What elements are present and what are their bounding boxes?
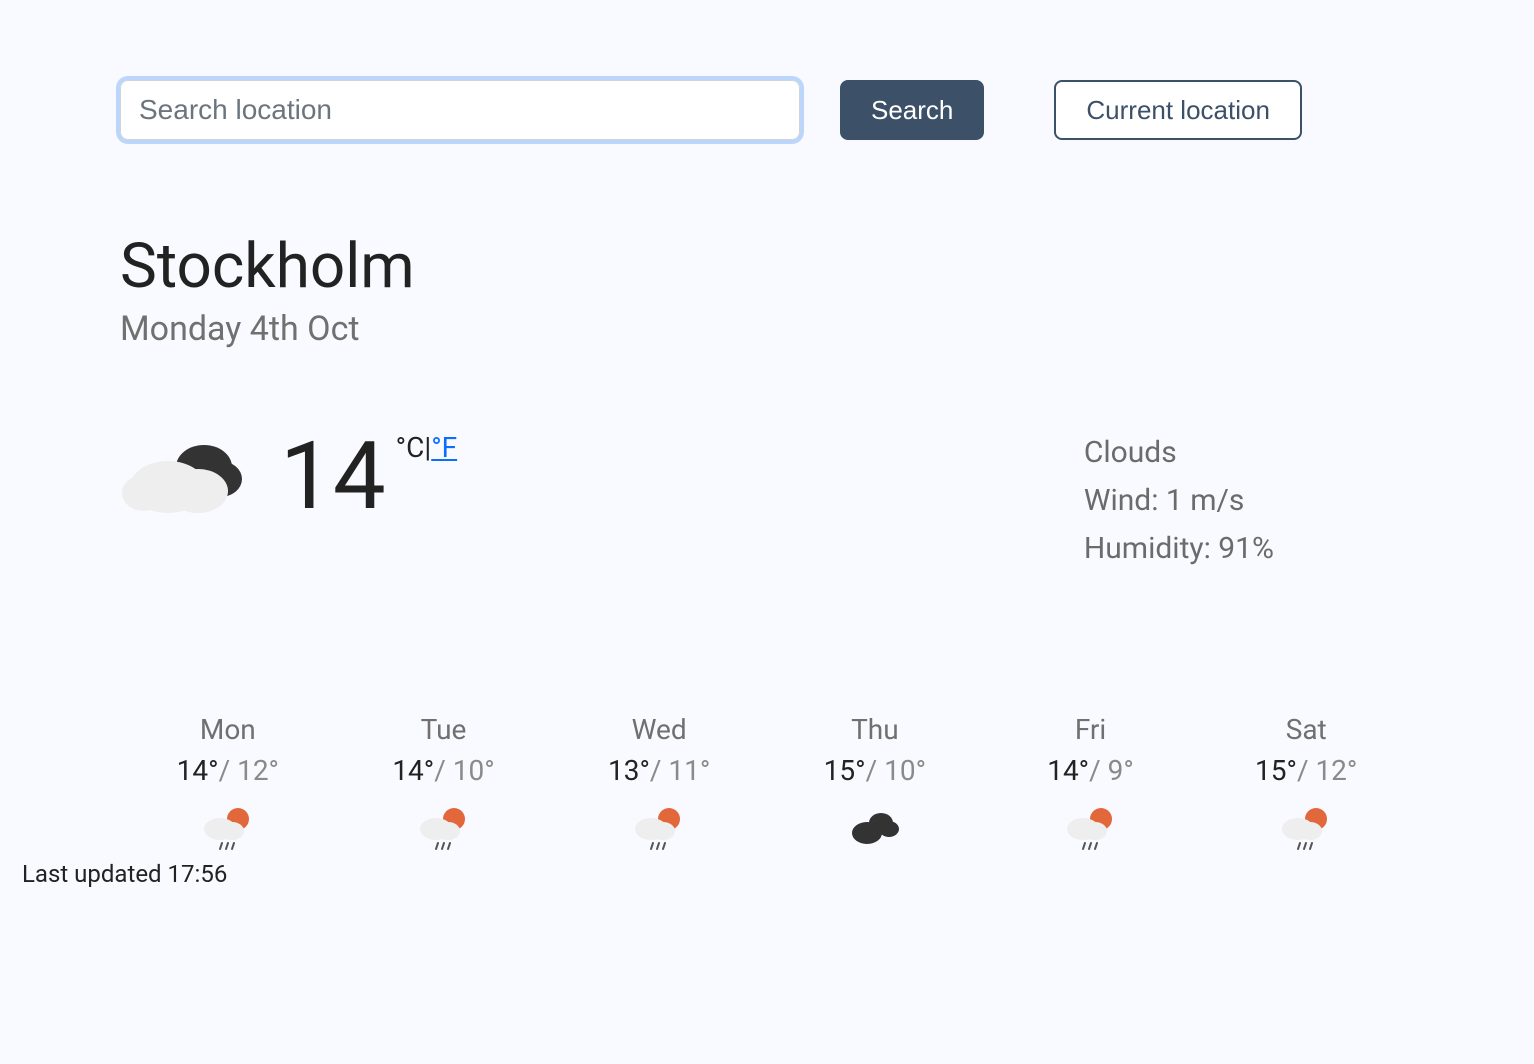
- humidity-text: Humidity: 91%: [1084, 525, 1274, 573]
- city-name: Stockholm: [120, 230, 1414, 303]
- current-date: Monday 4th Oct: [120, 309, 1414, 349]
- search-button[interactable]: Search: [840, 80, 984, 140]
- forecast-day-name: Mon: [120, 713, 336, 746]
- unit-celsius[interactable]: °C: [396, 431, 425, 464]
- search-bar: Search Current location: [120, 80, 1414, 140]
- forecast-day-name: Sat: [1198, 713, 1414, 746]
- current-weather: 14 °C|°F: [120, 429, 457, 523]
- wind-text: Wind: 1 m/s: [1084, 477, 1274, 525]
- forecast-day: Tue 14°/ 10°: [336, 713, 552, 857]
- cloudy-icon: [120, 429, 250, 519]
- forecast-temps: 15°/ 12°: [1198, 754, 1414, 787]
- forecast-high: 15°: [1255, 754, 1297, 787]
- forecast-low: / 12°: [1297, 754, 1357, 787]
- forecast-day-name: Tue: [336, 713, 552, 746]
- forecast-low: / 10°: [434, 754, 494, 787]
- forecast-high: 14°: [392, 754, 434, 787]
- forecast-day-name: Fri: [983, 713, 1199, 746]
- current-location-button[interactable]: Current location: [1054, 80, 1302, 140]
- current-details: Clouds Wind: 1 m/s Humidity: 91%: [1084, 429, 1274, 573]
- cloudy-icon: [847, 805, 903, 853]
- forecast-high: 13°: [608, 754, 650, 787]
- search-input[interactable]: [120, 80, 800, 140]
- forecast-high: 14°: [1047, 754, 1089, 787]
- rain-sun-icon: [1063, 805, 1119, 853]
- current-temperature: 14: [280, 429, 386, 523]
- forecast-day-name: Thu: [767, 713, 983, 746]
- rain-sun-icon: [1278, 805, 1334, 853]
- temperature-units: °C|°F: [396, 431, 457, 464]
- rain-sun-icon: [631, 805, 687, 853]
- forecast-temps: 15°/ 10°: [767, 754, 983, 787]
- unit-fahrenheit[interactable]: °F: [431, 431, 457, 464]
- condition-text: Clouds: [1084, 429, 1274, 477]
- forecast-day-name: Wed: [551, 713, 767, 746]
- forecast-temps: 14°/ 12°: [120, 754, 336, 787]
- forecast-high: 14°: [177, 754, 219, 787]
- forecast-day: Mon 14°/ 12°: [120, 713, 336, 857]
- forecast-day: Sat 15°/ 12°: [1198, 713, 1414, 857]
- forecast-day: Wed 13°/ 11°: [551, 713, 767, 857]
- forecast-day: Fri 14°/ 9°: [983, 713, 1199, 857]
- forecast-temps: 14°/ 10°: [336, 754, 552, 787]
- forecast-low: / 9°: [1089, 754, 1134, 787]
- forecast-low: / 12°: [219, 754, 279, 787]
- rain-sun-icon: [416, 805, 472, 853]
- forecast-day: Thu 15°/ 10°: [767, 713, 983, 857]
- last-updated: Last updated 17:56: [22, 860, 227, 888]
- forecast-temps: 14°/ 9°: [983, 754, 1199, 787]
- forecast-high: 15°: [824, 754, 866, 787]
- rain-sun-icon: [200, 805, 256, 853]
- forecast-low: / 11°: [650, 754, 710, 787]
- forecast-row: Mon 14°/ 12° Tue 14°/ 10° Wed 13°/ 11°: [120, 713, 1414, 857]
- forecast-low: / 10°: [866, 754, 926, 787]
- forecast-temps: 13°/ 11°: [551, 754, 767, 787]
